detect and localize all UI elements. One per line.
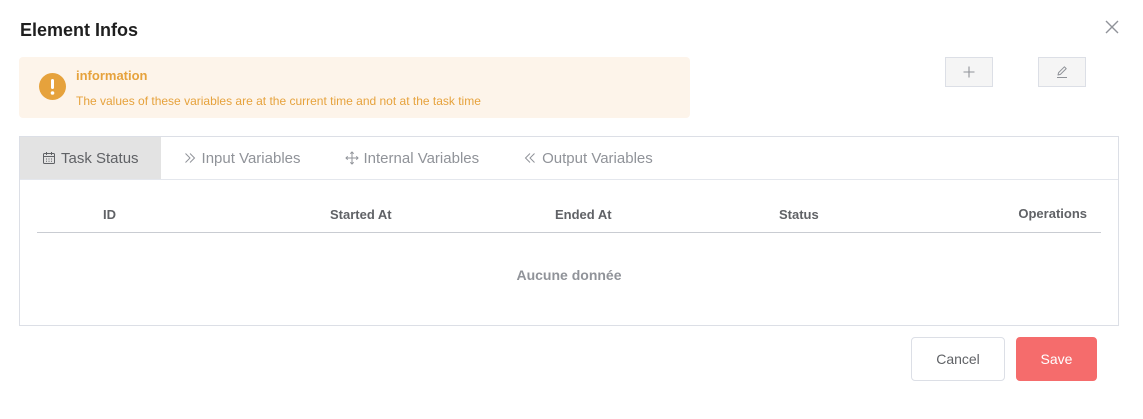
tab-task-status[interactable]: Task Status: [20, 137, 161, 179]
tab-output-variables[interactable]: Output Variables: [501, 137, 675, 179]
task-status-table: ID Started At Ended At Status Operations…: [37, 197, 1101, 283]
warning-icon: [39, 73, 66, 100]
tab-label: Internal Variables: [363, 149, 480, 167]
tab-label: Output Variables: [542, 149, 653, 167]
info-alert: information The values of these variable…: [19, 57, 690, 118]
cancel-button[interactable]: Cancel: [911, 337, 1005, 381]
column-header-status: Status: [779, 207, 819, 222]
table-header: ID Started At Ended At Status Operations: [37, 197, 1101, 233]
calendar-icon: [42, 151, 56, 165]
tab-label: Input Variables: [201, 149, 301, 167]
chevron-double-left-icon: [523, 151, 537, 165]
tab-bar: Task Status Input Variables Internal Var…: [20, 137, 1118, 180]
close-button[interactable]: [1103, 18, 1121, 36]
dialog-title: Element Infos: [20, 20, 139, 40]
close-icon: [1105, 20, 1119, 34]
edit-icon: [1057, 66, 1067, 78]
chevron-double-right-icon: [183, 151, 197, 165]
alert-description: The values of these variables are at the…: [76, 94, 481, 108]
tab-internal-variables[interactable]: Internal Variables: [323, 137, 502, 179]
element-infos-dialog: Element Infos information The values of …: [0, 0, 1143, 419]
column-header-id: ID: [103, 207, 116, 222]
column-header-operations: Operations: [1018, 206, 1087, 221]
column-header-ended-at: Ended At: [555, 207, 612, 222]
move-icon: [344, 151, 359, 165]
empty-table-text: Aucune donnée: [516, 267, 622, 283]
tab-input-variables[interactable]: Input Variables: [161, 137, 323, 179]
save-button[interactable]: Save: [1016, 337, 1097, 381]
variables-tabs: Task Status Input Variables Internal Var…: [19, 136, 1119, 326]
edit-button[interactable]: [1038, 57, 1086, 87]
plus-icon: [963, 66, 975, 78]
tab-label: Task Status: [61, 149, 139, 167]
alert-title: information: [76, 68, 148, 83]
column-header-started-at: Started At: [330, 207, 392, 222]
add-button[interactable]: [945, 57, 993, 87]
